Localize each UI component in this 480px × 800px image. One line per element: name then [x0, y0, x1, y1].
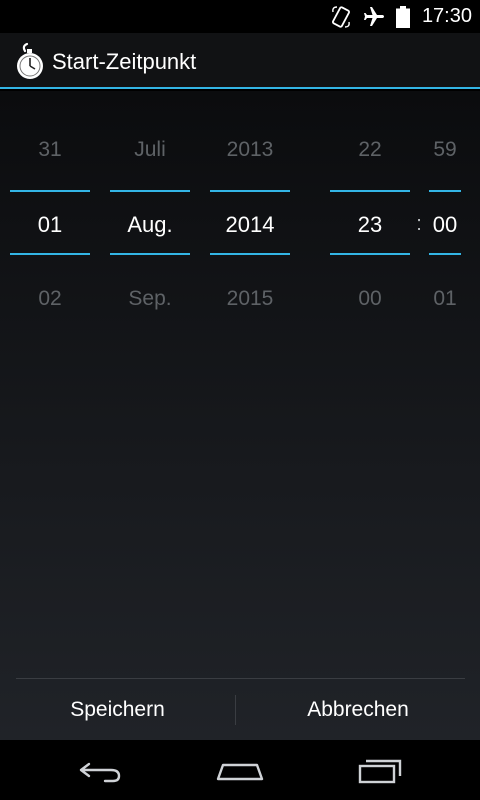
- picker-divider: [210, 253, 290, 255]
- picker-divider: [10, 190, 90, 192]
- picker-divider: [429, 190, 461, 192]
- status-bar: 17:30: [0, 0, 480, 33]
- action-bar-divider: [0, 87, 480, 89]
- picker-divider: [330, 190, 410, 192]
- time-separator: :: [416, 213, 422, 235]
- picker-divider: [110, 253, 190, 255]
- minute-prev[interactable]: 59: [429, 138, 461, 162]
- picker-divider: [10, 253, 90, 255]
- day-next[interactable]: 02: [10, 287, 90, 311]
- hour-next[interactable]: 00: [330, 287, 410, 311]
- recent-apps-button[interactable]: [346, 748, 416, 792]
- action-bar: Start-Zeitpunkt: [0, 33, 480, 89]
- month-prev[interactable]: Juli: [110, 138, 190, 162]
- year-prev[interactable]: 2013: [210, 138, 290, 162]
- back-button[interactable]: [65, 748, 135, 792]
- month-next[interactable]: Sep.: [110, 287, 190, 311]
- airplane-mode-icon: [363, 6, 384, 26]
- home-icon: [216, 763, 264, 781]
- cancel-button[interactable]: Abbrechen: [236, 679, 480, 740]
- home-button[interactable]: [205, 748, 275, 792]
- day-prev[interactable]: 31: [10, 138, 90, 162]
- save-button[interactable]: Speichern: [0, 679, 235, 740]
- picker-divider: [210, 190, 290, 192]
- minute-current[interactable]: 00: [429, 212, 461, 238]
- picker-divider: [429, 253, 461, 255]
- navigation-bar: [0, 740, 480, 800]
- rotation-icon: [331, 5, 350, 28]
- status-icons: 17:30: [330, 0, 472, 33]
- hour-prev[interactable]: 22: [330, 138, 410, 162]
- date-time-picker-panel: 31 01 02 Juli Aug. Sep. 2013 2014 2015 2…: [0, 91, 480, 740]
- status-time: 17:30: [421, 5, 472, 27]
- hour-current[interactable]: 23: [330, 212, 410, 238]
- year-next[interactable]: 2015: [210, 287, 290, 311]
- month-current[interactable]: Aug.: [110, 212, 190, 238]
- page-title: Start-Zeitpunkt: [52, 49, 197, 74]
- minute-next[interactable]: 01: [429, 287, 461, 311]
- year-current[interactable]: 2014: [210, 212, 290, 238]
- day-current[interactable]: 01: [10, 212, 90, 238]
- battery-icon: [395, 5, 410, 28]
- stopwatch-icon[interactable]: [13, 42, 47, 80]
- picker-divider: [110, 190, 190, 192]
- recent-apps-icon: [358, 759, 402, 784]
- picker-divider: [330, 253, 410, 255]
- back-icon: [79, 762, 121, 783]
